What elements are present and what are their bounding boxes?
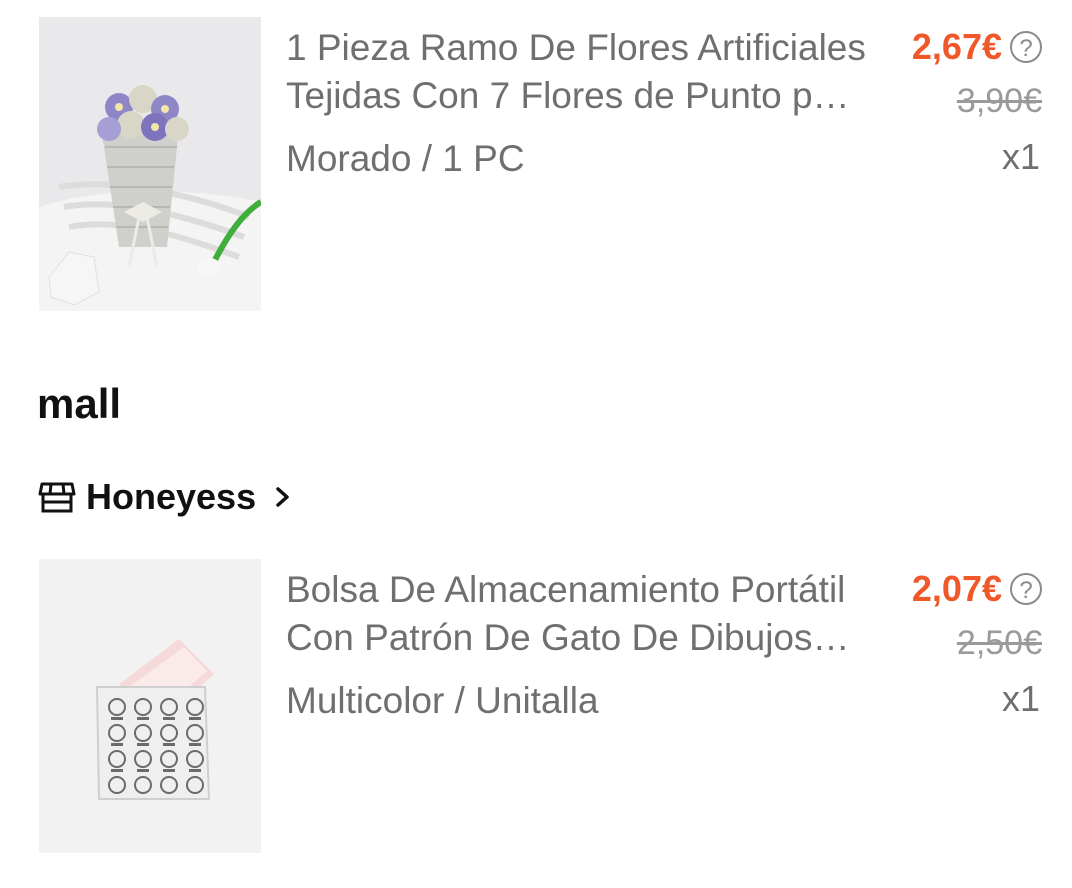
sale-price: 2,67€ — [911, 26, 1002, 67]
quantity: x1 — [1001, 678, 1040, 719]
quantity: x1 — [1001, 136, 1040, 177]
product-variant[interactable]: Morado / 1 PC — [286, 138, 525, 180]
product-image[interactable] — [39, 17, 261, 311]
sale-price: 2,07€ — [911, 568, 1002, 609]
section-title: mall — [37, 380, 122, 427]
flower-bouquet-illustration — [39, 17, 261, 311]
product-title[interactable]: 1 Pieza Ramo De Flores Artificiales Teji… — [286, 24, 866, 120]
product-variant[interactable]: Multicolor / Unitalla — [286, 680, 599, 722]
help-icon[interactable]: ? — [1010, 31, 1042, 63]
original-price: 2,50€ — [956, 624, 1042, 662]
original-price: 3,90€ — [956, 82, 1042, 120]
chevron-right-icon — [276, 487, 289, 507]
product-image[interactable] — [39, 559, 261, 853]
price-row: 2,07€ ? — [912, 568, 1042, 610]
cat-storage-bag-illustration — [39, 559, 261, 853]
price-row: 2,67€ ? — [912, 26, 1042, 68]
store-name[interactable]: Honeyess — [86, 476, 256, 518]
help-icon[interactable]: ? — [1010, 573, 1042, 605]
product-title[interactable]: Bolsa De Almacenamiento Portátil Con Pat… — [286, 566, 866, 662]
store-link[interactable]: Honeyess — [38, 476, 294, 518]
store-icon — [38, 482, 76, 513]
